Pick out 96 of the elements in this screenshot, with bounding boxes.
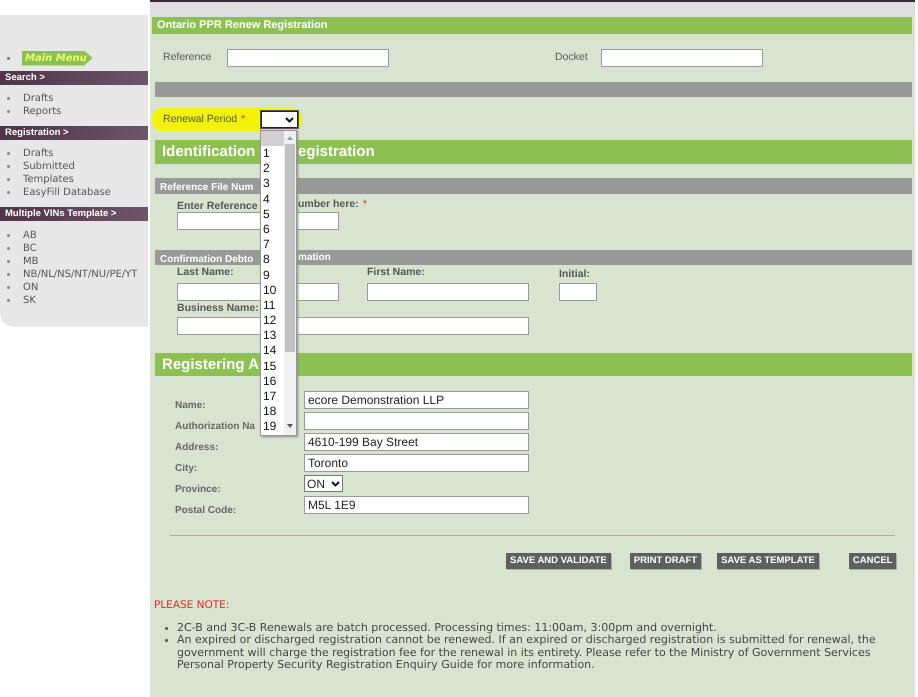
field-label: Docket [555, 50, 589, 66]
field-label: Address: [175, 442, 218, 453]
sidebar-item[interactable]: Submitted [23, 160, 75, 173]
dropdown-option[interactable]: 3 [261, 176, 284, 192]
form-title-bar: Ontario PPR Renew Registration [152, 17, 912, 34]
dropdown-option[interactable]: 6 [261, 222, 284, 238]
note-text: An expired or discharged registration cannot be renewed. If an expired or discharged registration is submitted for renewal, the government will charge the registration fee for the renewal in its entirety. Please refer to the Ministry of Government Services Personal Property Security Registration Enquiry Guide for more information. [177, 634, 877, 672]
dropdown-option[interactable]: 14 [261, 343, 284, 359]
field-label: Postal Code: [175, 505, 236, 516]
dropdown-option[interactable]: 10 [261, 282, 284, 298]
input-field[interactable] [559, 283, 597, 301]
sidebar-item[interactable]: SK [23, 294, 36, 307]
heading-text: Reference File Num [160, 182, 254, 193]
heading-text: Registering A [162, 356, 259, 372]
chevron-down-icon [331, 480, 340, 486]
bullet-icon [7, 260, 10, 263]
input-field[interactable] [304, 412, 529, 430]
bullet-icon [7, 97, 10, 100]
input-field[interactable]: ecore Demonstration LLP [304, 391, 529, 409]
scrollbar[interactable] [284, 131, 296, 435]
input-field[interactable]: 4610-199 Bay Street [304, 433, 529, 451]
field-label: First Name: [367, 266, 425, 278]
dropdown-option[interactable]: 1 [261, 146, 284, 162]
field-label: Renewal Period [163, 112, 238, 127]
input-field[interactable] [601, 49, 763, 67]
sidebar-item[interactable]: Templates [23, 173, 74, 186]
input-field[interactable] [367, 283, 529, 301]
required-mark: * [362, 196, 367, 212]
bullet-icon [7, 191, 10, 194]
bullet-icon [7, 110, 10, 113]
sidebar-item[interactable]: AB [23, 229, 37, 242]
action-button[interactable]: PRINT DRAFT [630, 553, 702, 569]
input-field[interactable]: M5L 1E9 [304, 496, 529, 514]
sidebar-item[interactable]: ON [23, 281, 38, 294]
dropdown-option[interactable]: 15 [261, 358, 284, 374]
heading-text: mation [298, 251, 331, 265]
field-label: Province: [175, 484, 221, 495]
bullet-icon [7, 299, 10, 302]
bullet-icon [7, 152, 10, 155]
dropdown-option[interactable]: 2 [261, 161, 284, 176]
action-button[interactable]: CANCEL [848, 553, 896, 569]
dropdown-option[interactable]: 4 [261, 192, 284, 207]
heading-text: egistration [298, 142, 375, 162]
bullet-icon [165, 626, 168, 630]
bullet-icon [7, 234, 10, 237]
dropdown-option[interactable]: 13 [261, 328, 284, 344]
field-label: Business Name: [177, 301, 259, 316]
field-label: City: [175, 463, 198, 474]
dropdown-option[interactable]: 11 [261, 298, 284, 314]
note-title: PLEASE NOTE: [154, 598, 230, 613]
field-label: Authorization Na [175, 421, 255, 432]
action-button[interactable]: SAVE AS TEMPLATE [717, 553, 819, 569]
sidebar-section-header[interactable]: Search > [0, 71, 148, 85]
field-label: Enter Reference [177, 200, 258, 212]
dropdown-option[interactable]: 18 [261, 404, 284, 420]
sidebar-section-header[interactable]: Multiple VINs Template > [0, 207, 148, 221]
bullet-icon [165, 639, 168, 642]
field-label: Initial: [559, 267, 590, 282]
sidebar-item[interactable]: Drafts [23, 92, 54, 105]
province-select[interactable]: ON [304, 475, 343, 492]
field-label: Name: [175, 400, 206, 411]
required-mark: * [241, 112, 246, 127]
dropdown-option[interactable]: 7 [261, 237, 284, 252]
dropdown-option[interactable]: 19 [261, 419, 284, 435]
action-button[interactable]: SAVE AND VALIDATE [506, 553, 611, 569]
scroll-down-icon[interactable] [287, 424, 293, 428]
renewal-period-select[interactable] [261, 111, 298, 128]
bullet-icon [7, 56, 10, 60]
dropdown-option[interactable]: 12 [261, 313, 284, 328]
bullet-icon [7, 247, 10, 250]
dropdown-option[interactable]: 9 [261, 268, 284, 283]
bullet-icon [7, 286, 10, 289]
heading-text: Confirmation Debto [160, 254, 254, 264]
field-label: umber here: [298, 196, 359, 212]
sidebar-section-header[interactable]: Registration > [0, 126, 148, 140]
note-text: 2C-B and 3C-B Renewals are batch processed. Processing times: 11:00am, 3:00pm and overnight. [177, 622, 717, 634]
sidebar-item[interactable]: MB [23, 255, 38, 268]
chevron-down-icon [285, 116, 294, 122]
sidebar-item[interactable]: EasyFill Database [23, 186, 111, 199]
sidebar-item[interactable]: NB/NL/NS/NT/NU/PE/YT [23, 268, 138, 281]
sidebar-item[interactable]: Reports [23, 105, 62, 118]
heading-text: Identification [162, 143, 256, 160]
bullet-icon [7, 178, 10, 181]
input-field[interactable] [227, 49, 389, 67]
field-label: Reference [163, 50, 212, 66]
dropdown-option[interactable]: 16 [261, 374, 284, 389]
sidebar-item[interactable]: Drafts [23, 147, 54, 160]
dropdown-option[interactable]: 8 [261, 252, 284, 268]
bullet-icon [7, 165, 10, 168]
dropdown-option[interactable]: 17 [261, 389, 284, 404]
input-field[interactable]: Toronto [304, 454, 529, 472]
scrollbar-thumb[interactable] [285, 144, 295, 352]
dropdown-option[interactable]: 5 [261, 206, 284, 222]
sidebar-item[interactable]: BC [23, 242, 37, 255]
field-label: Last Name: [177, 266, 234, 278]
bullet-icon [7, 273, 10, 276]
